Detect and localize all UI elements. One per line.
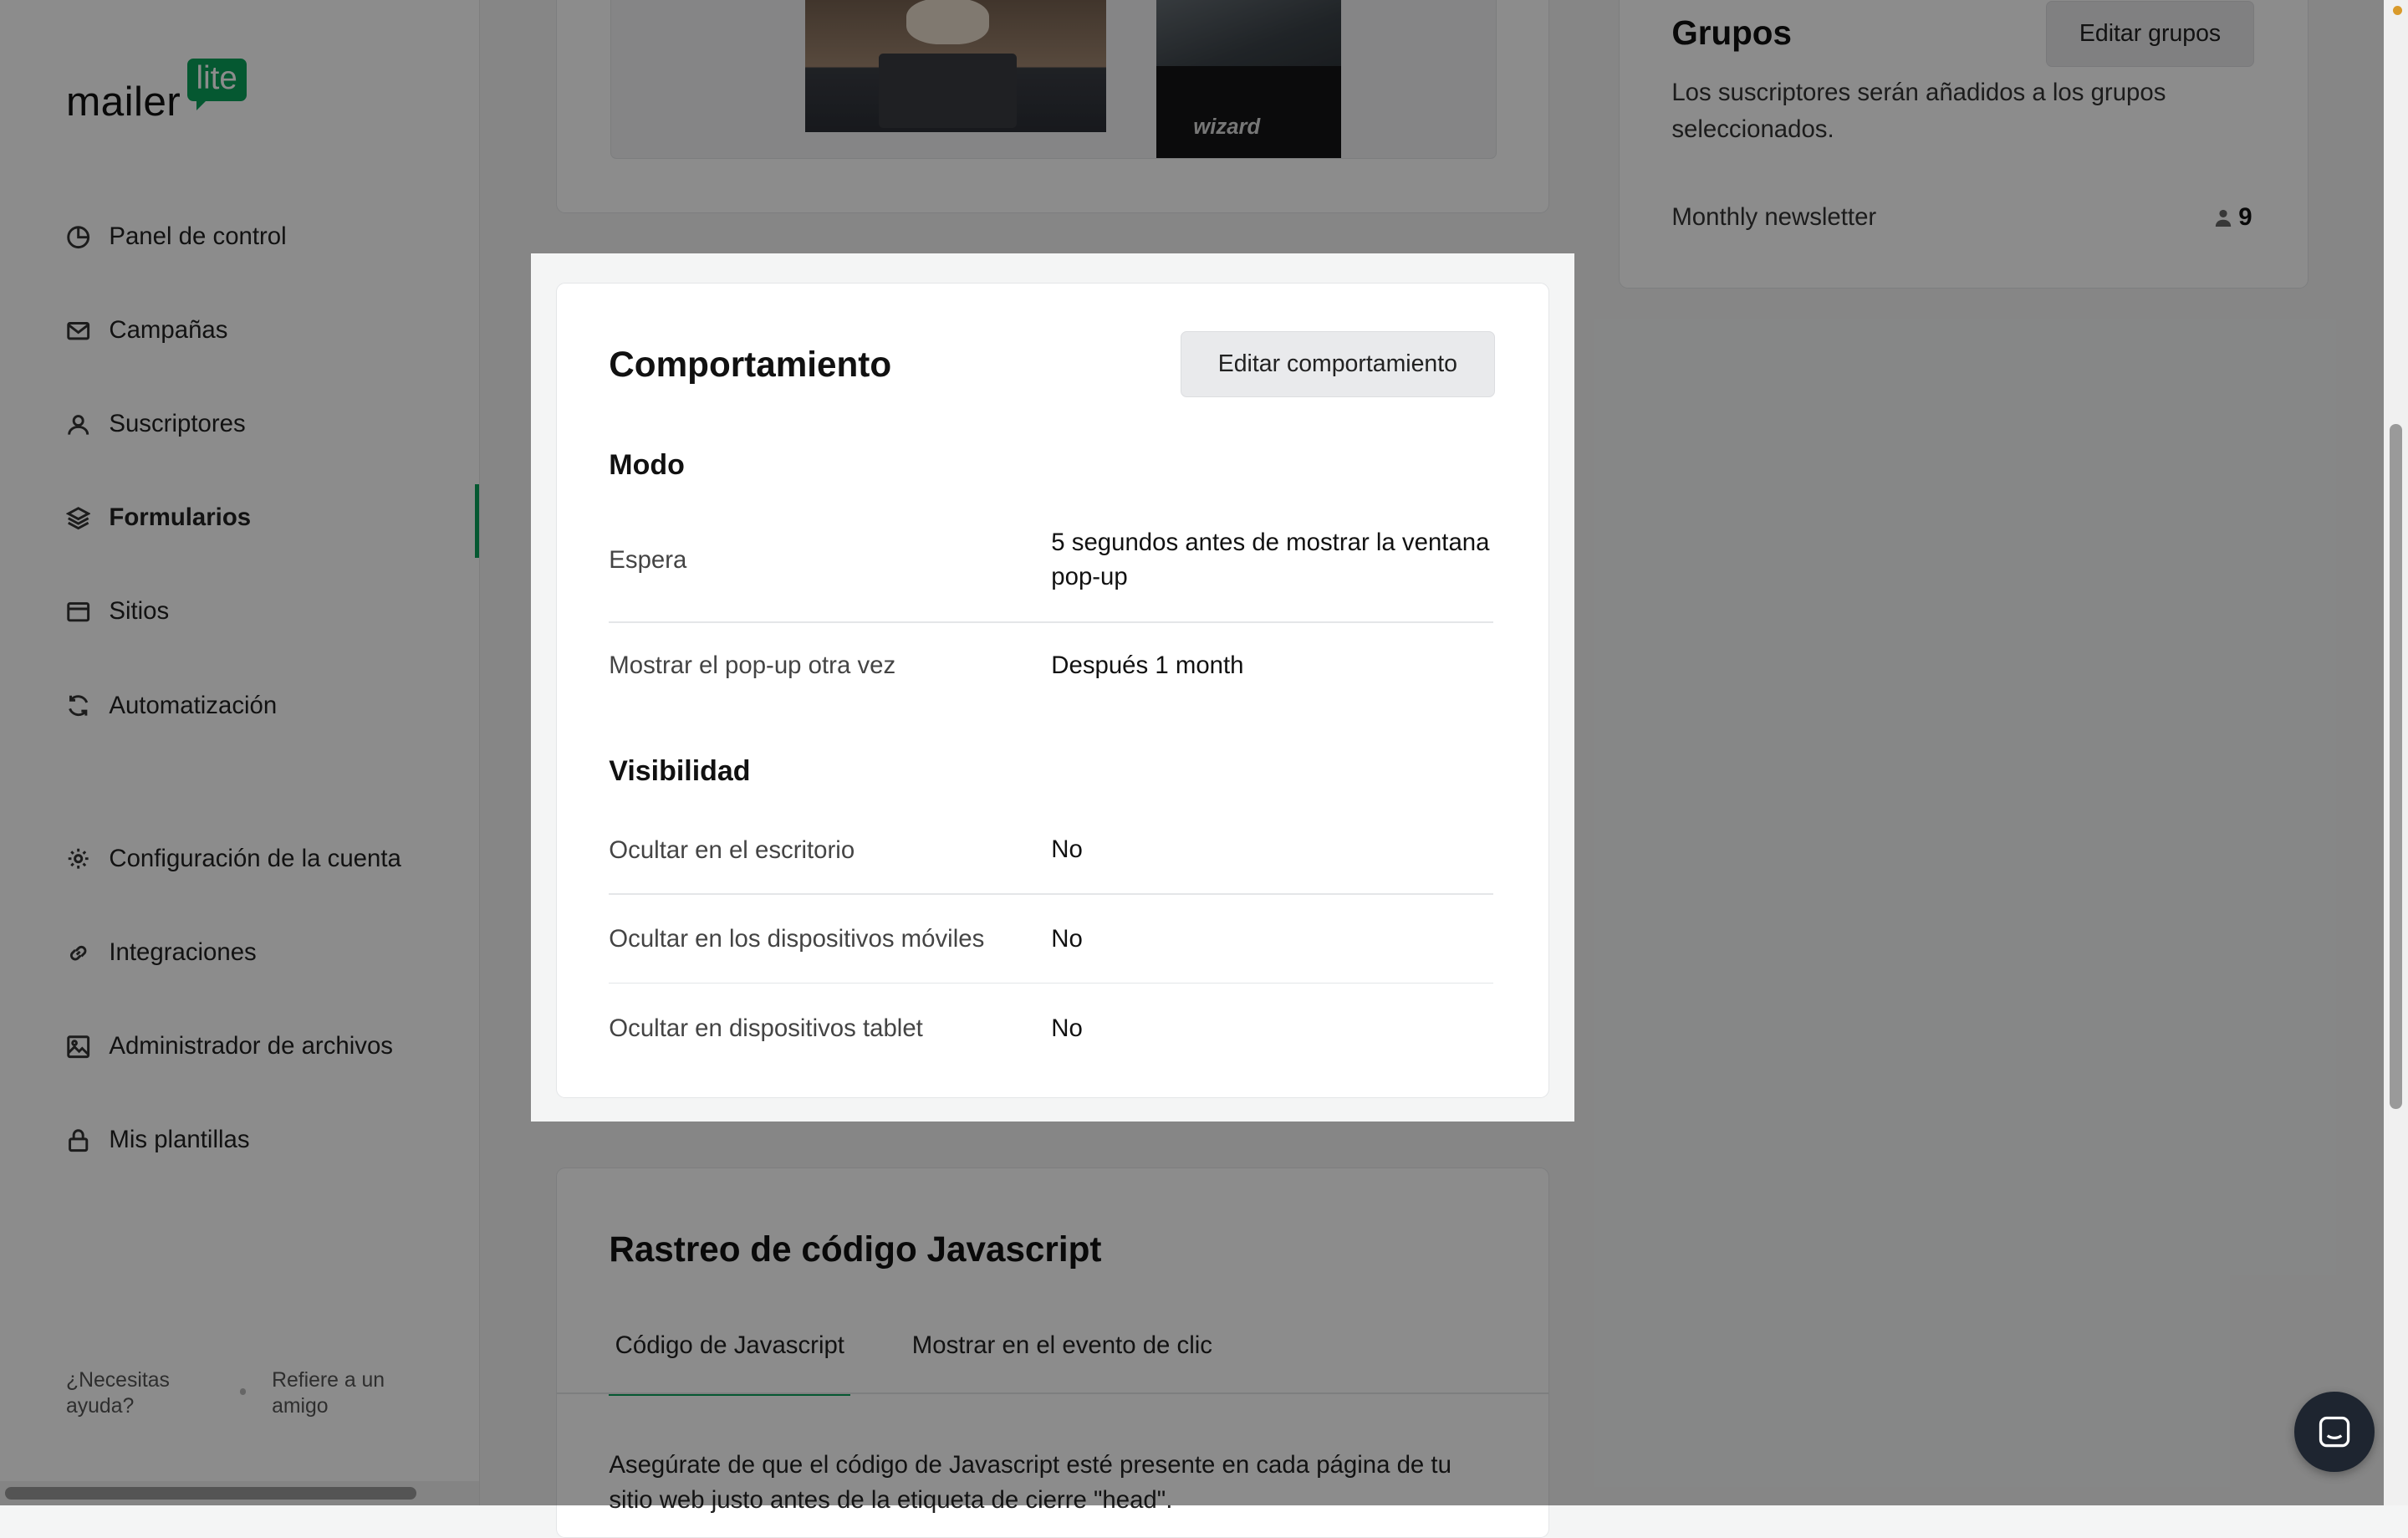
- row-divider: [609, 621, 1494, 623]
- row-divider: [609, 893, 1494, 895]
- chat-icon: [2319, 1416, 2349, 1447]
- row-divider: [609, 982, 1494, 984]
- row-value: No: [1051, 1014, 1083, 1042]
- row-key: Ocultar en el escritorio: [609, 835, 855, 864]
- visibility-heading: Visibilidad: [609, 754, 751, 787]
- spotlight-area: Comportamiento Editar comportamiento Mod…: [531, 253, 1574, 1122]
- chat-button[interactable]: [2294, 1392, 2375, 1472]
- row-key: Ocultar en los dispositivos móviles: [609, 925, 985, 953]
- notification-dot: [2392, 6, 2402, 16]
- row-key: Espera: [609, 545, 687, 574]
- row-value: 5 segundos antes de mostrar la ventana p…: [1051, 529, 1490, 590]
- behavior-row-wait: Espera 5 segundos antes de mostrar la ve…: [609, 526, 1493, 594]
- edit-behavior-button[interactable]: Editar comportamiento: [1180, 330, 1496, 398]
- scrollbar-thumb[interactable]: [2389, 423, 2402, 1110]
- behavior-row-show-again: Mostrar el pop-up otra vez Después 1 mon…: [609, 649, 1493, 682]
- row-value: No: [1051, 925, 1083, 953]
- row-value: Después 1 month: [1051, 651, 1244, 680]
- visibility-row-mobile: Ocultar en los dispositivos móviles No: [609, 922, 1493, 956]
- behavior-title: Comportamiento: [609, 345, 892, 385]
- behavior-card: Comportamiento Editar comportamiento Mod…: [555, 282, 1550, 1099]
- visibility-row-desktop: Ocultar en el escritorio No: [609, 833, 1493, 866]
- mode-heading: Modo: [609, 449, 685, 482]
- row-key: Mostrar el pop-up otra vez: [609, 651, 896, 680]
- vertical-scrollbar[interactable]: [2383, 0, 2408, 1505]
- visibility-row-tablet: Ocultar en dispositivos tablet No: [609, 1012, 1493, 1045]
- row-value: No: [1051, 835, 1083, 864]
- row-key: Ocultar en dispositivos tablet: [609, 1014, 923, 1042]
